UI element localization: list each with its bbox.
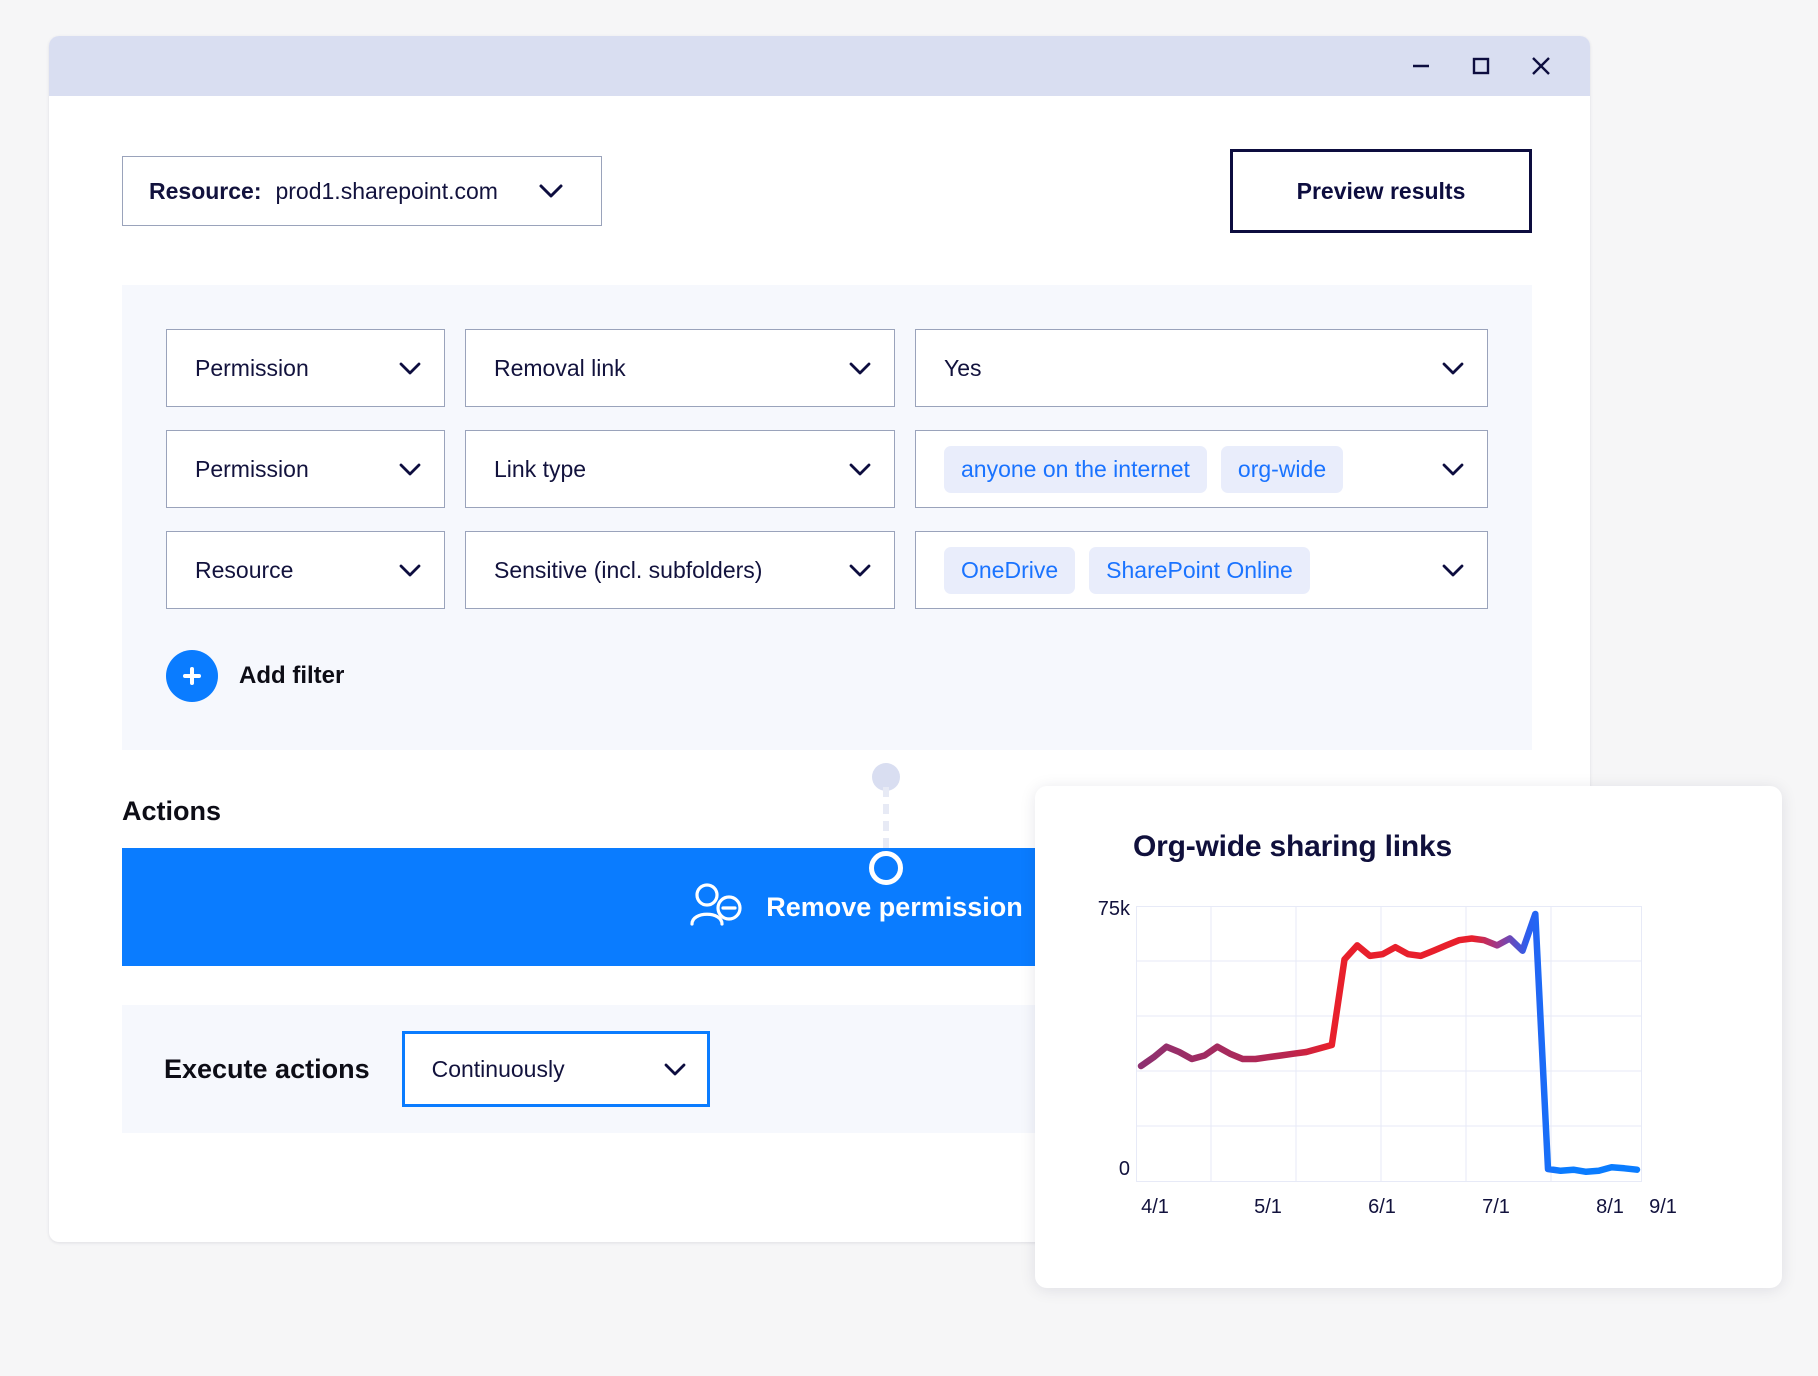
add-filter-label: Add filter [239,662,345,689]
preview-results-label: Preview results [1296,177,1466,204]
execute-frequency-dropdown[interactable]: Continuously [401,1031,710,1107]
y-axis-tick-top: 75k [1097,898,1130,920]
tag-chip[interactable]: SharePoint Online [1089,546,1310,594]
chevron-down-icon [848,456,872,483]
filter-field-dropdown-1[interactable]: Permission [166,329,445,407]
tag-chip[interactable]: org-wide [1220,445,1344,493]
x-axis-tick: 8/1 [1596,1196,1624,1218]
resource-dropdown[interactable]: Resource: prod1.sharepoint.com [122,156,602,226]
preview-results-button[interactable]: Preview results [1230,149,1532,233]
tag-chip[interactable]: anyone on the internet [944,445,1207,493]
flow-connector [869,763,903,898]
resource-dropdown-value: prod1.sharepoint.com [275,177,498,204]
execute-actions-label: Execute actions [164,1053,370,1084]
filter-attribute-label-3: Sensitive (incl. subfolders) [494,556,763,583]
plus-icon [166,650,218,702]
filter-attribute-label-2: Link type [494,455,587,482]
minimize-icon[interactable] [1408,53,1434,79]
filter-value-tags-3: OneDrive SharePoint Online [944,546,1441,594]
chart-card: Org-wide sharing links 75k 0 4/1 5/1 6/1… [1035,786,1782,1288]
connector-dashed-line [883,787,889,861]
filter-row: Resource Sensitive (incl. subfolders) On… [122,531,1532,609]
filter-attribute-dropdown-1[interactable]: Removal link [465,329,895,407]
chart-svg [1136,906,1642,1182]
execute-frequency-value: Continuously [431,1055,565,1082]
filter-value-label-1: Yes [944,354,982,381]
filter-attribute-dropdown-3[interactable]: Sensitive (incl. subfolders) [465,531,895,609]
chevron-down-icon [398,355,422,382]
chevron-down-icon [663,1056,687,1083]
chart-plot-area: 75k 0 4/1 5/1 6/1 7/1 8/1 9/1 [1035,896,1782,1246]
y-axis-tick-bottom: 0 [1118,1158,1130,1180]
filter-field-dropdown-2[interactable]: Permission [166,430,445,508]
filter-value-dropdown-3[interactable]: OneDrive SharePoint Online [915,531,1488,609]
tag-chip[interactable]: OneDrive [944,546,1076,594]
x-axis-tick: 4/1 [1141,1196,1169,1218]
filter-attribute-label-1: Removal link [494,354,626,381]
user-minus-icon [689,882,745,933]
chevron-down-icon [848,557,872,584]
filter-field-label-3: Resource [195,556,294,583]
add-filter-button[interactable]: Add filter [122,632,1532,702]
resource-dropdown-label: Resource: [149,177,262,204]
chevron-down-icon [1441,557,1465,584]
x-axis-tick: 5/1 [1254,1196,1282,1218]
close-icon[interactable] [1528,53,1554,79]
chevron-down-icon [1441,456,1465,483]
title-bar [49,36,1590,96]
filter-row: Permission Removal link Yes [122,329,1532,407]
x-axis-tick: 7/1 [1482,1196,1510,1218]
filter-value-dropdown-1[interactable]: Yes [915,329,1488,407]
filter-field-label-1: Permission [195,354,309,381]
filter-value-dropdown-2[interactable]: anyone on the internet org-wide [915,430,1488,508]
chevron-down-icon [848,355,872,382]
chevron-down-icon [538,183,564,199]
chevron-down-icon [398,456,422,483]
chevron-down-icon [1441,355,1465,382]
filter-attribute-dropdown-2[interactable]: Link type [465,430,895,508]
filter-value-tags-2: anyone on the internet org-wide [944,445,1441,493]
toolbar: Resource: prod1.sharepoint.com Preview r… [49,96,1590,233]
filter-field-label-2: Permission [195,455,309,482]
x-axis-tick: 9/1 [1649,1196,1677,1218]
filter-field-dropdown-3[interactable]: Resource [166,531,445,609]
filter-row: Permission Link type anyone on the inter… [122,430,1532,508]
x-axis-tick: 6/1 [1368,1196,1396,1218]
chart-title: Org-wide sharing links [1133,830,1452,863]
chevron-down-icon [398,557,422,584]
filter-panel: Permission Removal link Yes Permission L… [122,285,1532,750]
connector-dot-bottom [869,851,903,885]
maximize-icon[interactable] [1468,53,1494,79]
